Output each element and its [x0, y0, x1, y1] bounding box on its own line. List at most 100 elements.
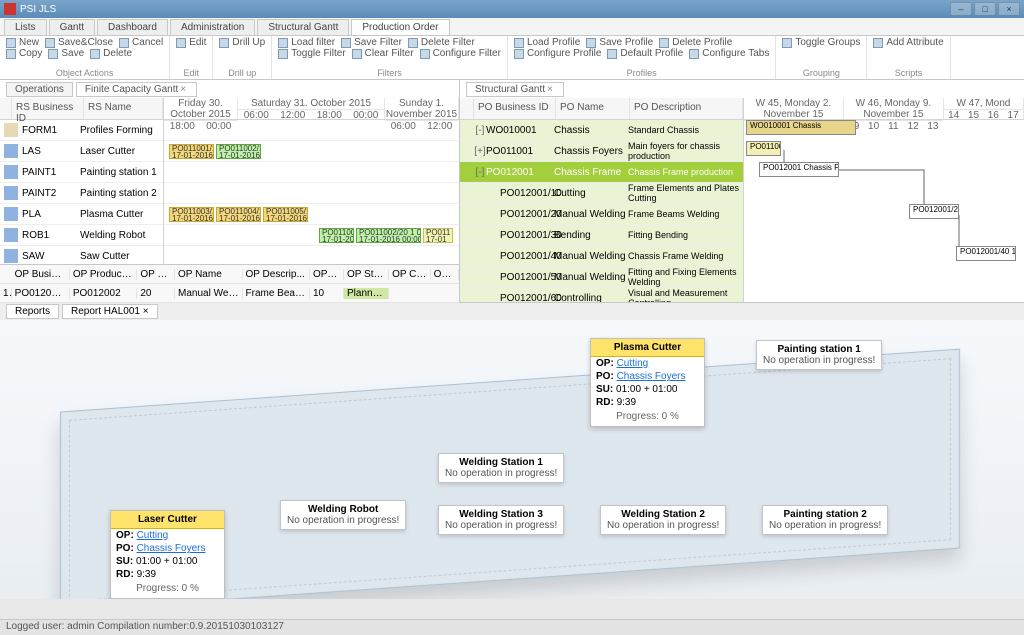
gantt-bar[interactable]: PO01117-01 [423, 228, 453, 243]
station-card[interactable]: Painting station 1No operation in progre… [756, 340, 882, 370]
po-link[interactable]: Chassis Foyers [137, 543, 206, 554]
tab-report-hal001[interactable]: Report HAL001 × [62, 304, 158, 319]
ribbon-save-profile[interactable]: Save Profile [586, 37, 653, 48]
ribbon-load-filter[interactable]: Load filter [278, 37, 335, 48]
op-col[interactable]: OP Status [344, 269, 389, 280]
col-rs-name[interactable]: RS Name [84, 98, 163, 119]
ribbon-clear-filter[interactable]: Clear Filter [352, 48, 414, 59]
op-col[interactable]: OP Posi... [137, 269, 175, 280]
ribbon-toggle-groups[interactable]: Toggle Groups [782, 37, 860, 48]
main-tab-lists[interactable]: Lists [4, 19, 47, 35]
ribbon-load-profile[interactable]: Load Profile [514, 37, 580, 48]
ribbon-drill-up[interactable]: Drill Up [219, 37, 265, 48]
po-row[interactable]: [+]PO011001Chassis FoyersMain foyers for… [460, 141, 743, 162]
po-row[interactable]: PO012001/10CuttingFrame Elements and Pla… [460, 183, 743, 204]
resource-row[interactable]: LASLaser Cutter [0, 141, 163, 162]
ribbon-toggle-filter[interactable]: Toggle Filter [278, 48, 345, 59]
po-gantt-bar[interactable]: PO012001 Chassis Frame [759, 162, 839, 177]
tab-operations[interactable]: Operations [6, 82, 73, 97]
op-cell[interactable]: 1 [0, 288, 12, 299]
minimize-button[interactable]: – [950, 2, 972, 16]
po-gantt-bar[interactable]: PO012001/40 1 0 17-01-2016 00:00 [956, 246, 1016, 261]
close-icon[interactable]: × [545, 84, 555, 95]
op-cell[interactable]: PO012002/20 [12, 288, 70, 299]
resource-row[interactable]: ROB1Welding Robot [0, 225, 163, 246]
po-row[interactable]: PO012001/60ControllingVisual and Measure… [460, 288, 743, 302]
op-col[interactable]: OP Color [389, 269, 430, 280]
ribbon-configure-profile[interactable]: Configure Profile [514, 48, 601, 59]
ribbon-add-attribute[interactable]: Add Attribute [873, 37, 943, 48]
gantt-bar[interactable]: PO011002/20 1 017-01-2016 00:00 00:00 [356, 228, 421, 243]
station-card[interactable]: Welding Station 2No operation in progres… [600, 505, 726, 535]
gantt-bar[interactable]: PO011005/10 617-01-2016 00: [263, 207, 308, 222]
ribbon-edit[interactable]: Edit [176, 37, 206, 48]
ribbon-cancel[interactable]: Cancel [119, 37, 163, 48]
po-gantt-bar[interactable]: PO011001 [746, 141, 781, 156]
po-row[interactable]: PO012001/50Manual WeldingFitting and Fix… [460, 267, 743, 288]
maximize-button[interactable]: □ [974, 2, 996, 16]
po-gantt-bar[interactable]: WO010001 Chassis [746, 120, 856, 135]
resource-row[interactable]: SAWSaw Cutter [0, 246, 163, 264]
gantt-bar[interactable]: PO011002/10 617-01-2016 00: [216, 144, 261, 159]
ribbon-configure-filter[interactable]: Configure Filter [420, 48, 501, 59]
expand-toggle[interactable]: [+] [474, 146, 486, 157]
expand-toggle[interactable]: [-] [474, 125, 486, 136]
op-cell[interactable]: Manual Welding [175, 288, 242, 299]
ribbon-copy[interactable]: Copy [6, 48, 42, 59]
op-cell[interactable]: PO012002 [70, 288, 137, 299]
col-rs-business-id[interactable]: RS Business ID [12, 98, 84, 119]
main-tab-production-order[interactable]: Production Order [351, 19, 449, 35]
op-cell[interactable]: Frame Beams Weldi [243, 288, 310, 299]
ribbon-delete-filter[interactable]: Delete Filter [408, 37, 475, 48]
op-col[interactable]: OP Pri... [310, 269, 344, 280]
ribbon-delete-profile[interactable]: Delete Profile [659, 37, 732, 48]
main-tab-structural-gantt[interactable]: Structural Gantt [257, 19, 349, 35]
station-card[interactable]: Welding RobotNo operation in progress! [280, 500, 406, 530]
station-card[interactable]: Welding Station 1No operation in progres… [438, 453, 564, 483]
expand-toggle[interactable]: [-] [474, 167, 486, 178]
close-icon[interactable]: × [178, 84, 188, 95]
op-cell[interactable]: 20 [137, 288, 175, 299]
close-button[interactable]: × [998, 2, 1020, 16]
resource-row[interactable]: PLAPlasma Cutter [0, 204, 163, 225]
station-card[interactable]: Welding Station 3No operation in progres… [438, 505, 564, 535]
op-cell[interactable]: 10 [310, 288, 344, 299]
tab-finite-capacity-gantt[interactable]: Finite Capacity Gantt× [76, 82, 197, 97]
gantt-bar[interactable]: PO011001/10 617-01-2016 00: [169, 144, 214, 159]
ribbon-new[interactable]: New [6, 37, 39, 48]
col-po-business-id[interactable]: PO Business ID [474, 98, 556, 119]
ribbon-delete[interactable]: Delete [90, 48, 132, 59]
resource-row[interactable]: PAINT1Painting station 1 [0, 162, 163, 183]
po-link[interactable]: Chassis Foyers [617, 371, 686, 382]
po-row[interactable]: [-]PO012001Chassis FrameChassis Frame pr… [460, 162, 743, 183]
resource-row[interactable]: PAINT2Painting station 2 [0, 183, 163, 204]
op-col[interactable]: OP Name [175, 269, 242, 280]
gantt-bar[interactable]: PO011004/10 617-01-2016 00: [216, 207, 261, 222]
po-row[interactable]: [-]WO010001ChassisStandard Chassis [460, 120, 743, 141]
gantt-bar[interactable]: PO011003/10 617-01-2016 00: [169, 207, 214, 222]
op-cell[interactable]: Plannable [344, 288, 389, 299]
po-row[interactable]: PO012001/40Manual WeldingChassis Frame W… [460, 246, 743, 267]
tab-structural-gantt[interactable]: Structural Gantt× [466, 82, 564, 97]
main-tab-dashboard[interactable]: Dashboard [97, 19, 168, 35]
close-icon[interactable]: × [143, 306, 149, 317]
op-col[interactable]: OP S [431, 269, 459, 280]
ribbon-configure-tabs[interactable]: Configure Tabs [689, 48, 769, 59]
main-tab-gantt[interactable]: Gantt [49, 19, 95, 35]
col-po-description[interactable]: PO Description [630, 98, 743, 119]
station-card[interactable]: Painting station 2No operation in progre… [762, 505, 888, 535]
op-col[interactable]: OP Production O... [70, 269, 137, 280]
gantt-bar[interactable]: PO01100117-01-201 [319, 228, 354, 243]
po-gantt-bar[interactable]: PO012001/20 17-01-2016 [909, 204, 959, 219]
po-row[interactable]: PO012001/20Manual WeldingFrame Beams Wel… [460, 204, 743, 225]
ribbon-default-profile[interactable]: Default Profile [607, 48, 683, 59]
ribbon-save-filter[interactable]: Save Filter [341, 37, 402, 48]
po-row[interactable]: PO012001/30BendingFitting Bending [460, 225, 743, 246]
op-link[interactable]: Cutting [617, 358, 649, 369]
op-col[interactable]: OP Descrip... [243, 269, 310, 280]
main-tab-administration[interactable]: Administration [170, 19, 255, 35]
ribbon-save[interactable]: Save [48, 48, 84, 59]
op-link[interactable]: Cutting [137, 530, 169, 541]
op-col[interactable]: OP Busines... [12, 269, 70, 280]
tab-reports[interactable]: Reports [6, 304, 59, 319]
